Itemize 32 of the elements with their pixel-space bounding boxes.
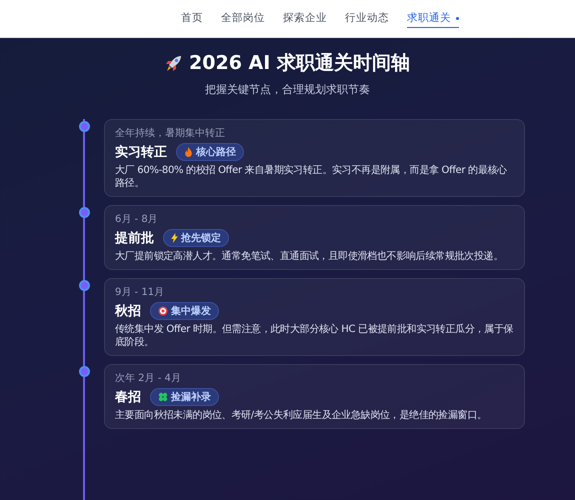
period-label: 9月 - 11月 <box>115 286 166 299</box>
nav-link[interactable]: 探索企业 <box>283 9 327 28</box>
clover-icon <box>158 392 168 402</box>
timeline-node <box>79 207 90 218</box>
tag-label: 抢先锁定 <box>181 231 221 245</box>
tag-label: 集中爆发 <box>171 304 211 318</box>
stage-title: 实习转正 <box>115 144 167 161</box>
stage-description: 传统集中发 Offer 时期。但需注意，此时大部分核心 HC 已被提前批和实习转正瓜分，属于保底阶段。 <box>115 323 514 349</box>
page-subtitle: 把握关键节点，合理规划求职节奏 <box>205 82 370 97</box>
target-icon <box>158 306 168 316</box>
stage-title: 秋招 <box>115 303 141 320</box>
nav-link[interactable]: 全部岗位 <box>221 9 265 28</box>
timeline-node <box>79 280 90 291</box>
stage-description: 大厂 60%-80% 的校招 Offer 来自暑期实习转正。实习不再是附属，而是拿 Offer 的最核心路径。 <box>115 164 508 190</box>
tag-label: 捡漏补录 <box>171 390 211 404</box>
period-label: 次年 2月 - 4月 <box>115 372 182 385</box>
page-title: 2026 AI 求职通关时间轴 <box>189 51 410 76</box>
stage-description: 大厂提前锁定高潜人才。通常免笔试、直通面试，且即使滑档也不影响后续常规批次投递。 <box>115 250 504 263</box>
period-label: 全年持续，暑期集中转正 <box>115 126 226 140</box>
lightning-icon <box>171 233 178 243</box>
timeline-node <box>79 121 90 132</box>
nav-link[interactable]: 行业动态 <box>345 9 389 28</box>
stage-description: 主要面向秋招未满的岗位、考研/考公失利应届生及企业急缺岗位，是绝佳的捡漏窗口。 <box>115 409 488 422</box>
rocket-icon <box>165 54 184 72</box>
period-label: 6月 - 8月 <box>115 213 159 226</box>
stage-title: 春招 <box>115 389 141 406</box>
tag-label: 核心路径 <box>196 145 236 159</box>
nav-link[interactable]: 求职通关 <box>407 9 459 28</box>
stage-title: 提前批 <box>115 230 154 247</box>
flame-icon <box>184 147 193 157</box>
timeline-node <box>79 366 90 377</box>
nav-link[interactable]: 首页 <box>181 9 203 28</box>
